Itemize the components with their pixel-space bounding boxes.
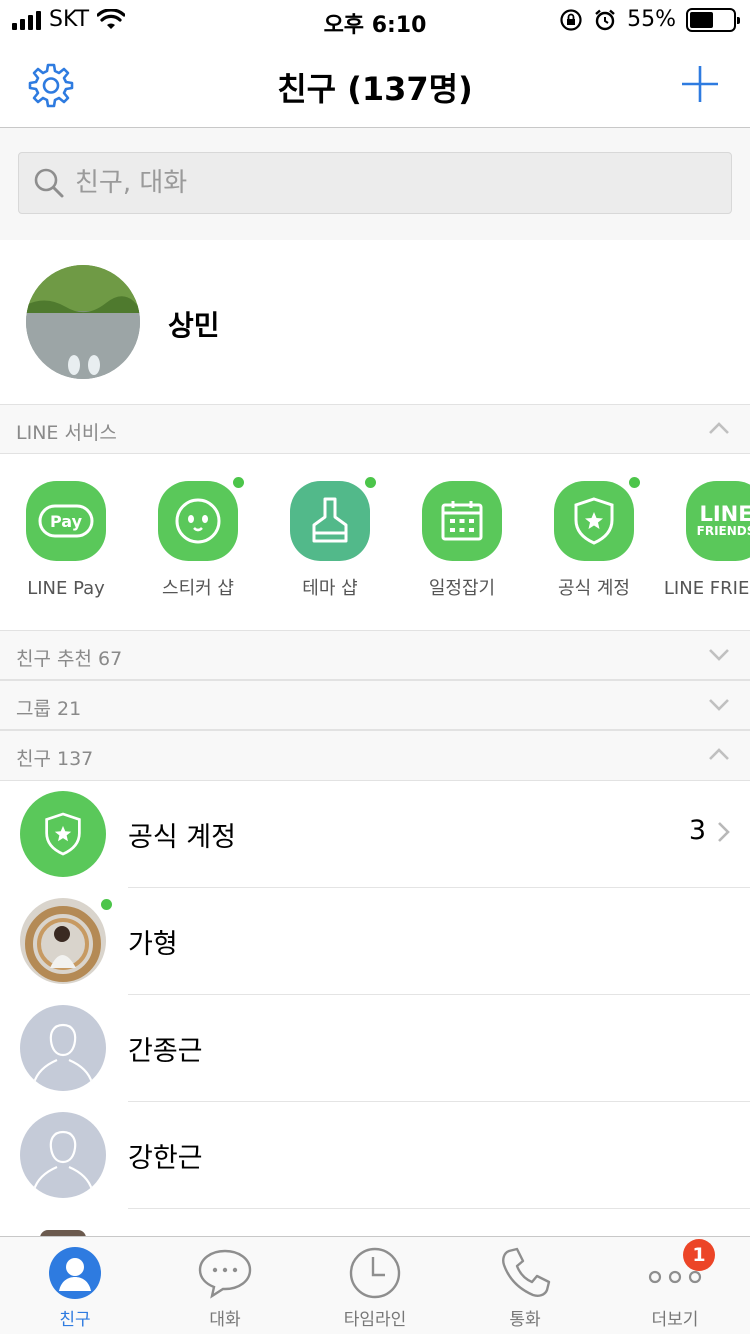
list-item-friend[interactable]: 가형 bbox=[0, 888, 750, 995]
official-account-icon bbox=[20, 791, 106, 877]
section-friends[interactable]: 친구 137 bbox=[0, 730, 750, 781]
tab-chats[interactable]: 대화 bbox=[150, 1245, 300, 1330]
tab-label: 타임라인 bbox=[343, 1310, 407, 1330]
search-icon bbox=[34, 168, 64, 198]
service-label: 공식 계정 bbox=[558, 578, 630, 599]
service-sticker-shop[interactable]: 스티커 샵 bbox=[132, 477, 264, 601]
service-label: 테마 샵 bbox=[302, 578, 358, 599]
tab-friends[interactable]: 친구 bbox=[0, 1245, 150, 1330]
service-label: 일정잡기 bbox=[428, 578, 496, 599]
plus-icon[interactable] bbox=[680, 64, 720, 104]
line-pay-icon-text: Pay bbox=[49, 511, 83, 531]
chevron-down-icon[interactable] bbox=[708, 696, 730, 712]
section-recommended[interactable]: 친구 추천 67 bbox=[0, 630, 750, 680]
search-box[interactable] bbox=[18, 152, 732, 214]
search-input[interactable] bbox=[75, 163, 715, 203]
services-row: Pay LINE Pay 스티커 샵 테마 샵 일정잡기 공식 계정 LINE … bbox=[0, 455, 750, 630]
tab-timeline[interactable]: 타임라인 bbox=[300, 1245, 450, 1330]
section-label: 친구 137 bbox=[16, 748, 94, 770]
friend-name: 간종근 bbox=[128, 1036, 203, 1067]
person-icon bbox=[49, 1247, 101, 1299]
phone-icon bbox=[502, 1247, 551, 1297]
chevron-right-icon bbox=[718, 822, 730, 842]
nav-header: 친구 (137명) bbox=[0, 40, 750, 128]
chevron-up-icon[interactable] bbox=[708, 746, 730, 762]
list-item-friend[interactable]: 간종근 bbox=[0, 995, 750, 1102]
profile-name: 상민 bbox=[168, 309, 220, 342]
tab-label: 대화 bbox=[209, 1310, 241, 1330]
page-title: 친구 (137명) bbox=[277, 70, 473, 108]
default-avatar-icon bbox=[20, 1005, 106, 1091]
service-line-pay[interactable]: Pay LINE Pay bbox=[0, 481, 132, 601]
sticker-shop-icon bbox=[158, 477, 244, 561]
new-indicator-dot bbox=[233, 477, 244, 488]
calendar-icon bbox=[422, 481, 502, 561]
service-calendar[interactable]: 일정잡기 bbox=[396, 481, 528, 601]
section-groups[interactable]: 그룹 21 bbox=[0, 680, 750, 730]
line-pay-icon: Pay bbox=[26, 481, 106, 561]
alarm-icon bbox=[595, 9, 615, 30]
friend-name: 공식 계정 bbox=[128, 822, 236, 853]
tab-calls[interactable]: 통화 bbox=[450, 1245, 600, 1330]
clock-icon bbox=[349, 1247, 401, 1299]
online-indicator-dot bbox=[101, 899, 112, 910]
notification-badge: 1 bbox=[683, 1239, 715, 1271]
line-friends-icon-text-top: LINE bbox=[699, 502, 750, 526]
service-label: 스티커 샵 bbox=[162, 578, 234, 599]
list-item-friend[interactable]: 강한근 bbox=[0, 1102, 750, 1209]
battery-icon bbox=[686, 7, 740, 32]
section-label: LINE 서비스 bbox=[16, 422, 117, 444]
service-theme-shop[interactable]: 테마 샵 bbox=[264, 477, 396, 601]
chevron-down-icon[interactable] bbox=[708, 646, 730, 662]
default-avatar-icon bbox=[20, 1112, 106, 1198]
rotation-lock-icon bbox=[560, 8, 582, 31]
friend-name: 가형 bbox=[128, 929, 178, 960]
tab-bar: 친구 대화 타임라인 통화 1 더보기 bbox=[0, 1236, 750, 1334]
section-label: 친구 추천 67 bbox=[16, 648, 123, 670]
official-account-count: 3 bbox=[688, 815, 706, 846]
section-label: 그룹 21 bbox=[16, 698, 82, 720]
friend-name: 강한근 bbox=[128, 1143, 203, 1174]
line-friends-icon: LINE FRIENDS bbox=[686, 481, 750, 561]
service-label: LINE FRIENDS bbox=[663, 578, 750, 599]
theme-shop-icon bbox=[290, 477, 376, 561]
avatar[interactable] bbox=[26, 265, 140, 379]
my-profile[interactable]: 상민 bbox=[0, 240, 750, 405]
list-item-official-account[interactable]: 공식 계정 3 bbox=[0, 781, 750, 888]
new-indicator-dot bbox=[365, 477, 376, 488]
new-indicator-dot bbox=[629, 477, 640, 488]
tab-label: 더보기 bbox=[651, 1310, 699, 1330]
search-area bbox=[0, 128, 750, 240]
status-bar: SKT 오후 6:10 55% bbox=[0, 0, 750, 40]
battery-percent: 55% bbox=[627, 7, 676, 32]
chevron-up-icon[interactable] bbox=[708, 420, 730, 436]
section-line-services[interactable]: LINE 서비스 bbox=[0, 404, 750, 454]
service-official-account[interactable]: 공식 계정 bbox=[528, 477, 660, 601]
divider bbox=[128, 1208, 750, 1209]
service-label: LINE Pay bbox=[27, 578, 105, 599]
tab-label: 친구 bbox=[59, 1310, 91, 1330]
service-line-friends[interactable]: LINE FRIENDS LINE FRIENDS bbox=[660, 481, 750, 601]
tab-more[interactable]: 1 더보기 bbox=[600, 1239, 750, 1330]
line-friends-icon-text-bottom: FRIENDS bbox=[696, 524, 750, 538]
tab-label: 통화 bbox=[509, 1310, 541, 1330]
avatar bbox=[20, 898, 106, 984]
chat-bubble-icon bbox=[198, 1249, 252, 1299]
official-account-icon bbox=[554, 477, 640, 561]
